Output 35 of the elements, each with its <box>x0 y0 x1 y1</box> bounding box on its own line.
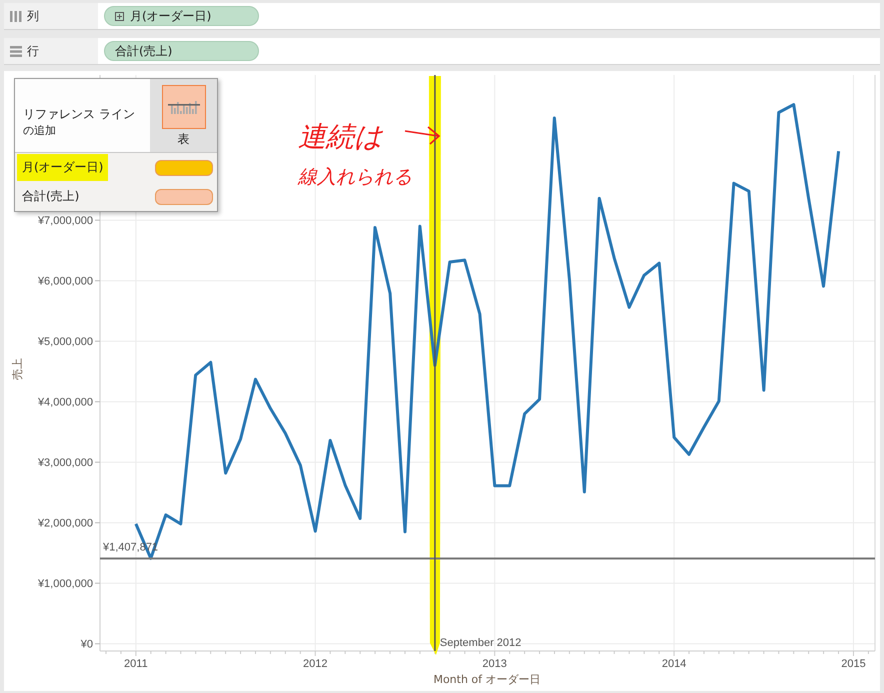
field-row[interactable]: 合計(売上) <box>15 182 217 211</box>
columns-icon <box>10 10 22 22</box>
drop-target[interactable] <box>155 160 213 176</box>
field-label: 月(オーダー日) <box>20 157 106 178</box>
arrow-drawing <box>404 126 440 145</box>
shelf-label: 列 <box>27 8 39 24</box>
y-tick-label: ¥5,000,000 <box>38 336 93 348</box>
popup-title: リファレンス ライン <box>23 106 136 122</box>
y-tick-label: ¥0 <box>80 638 93 651</box>
x-tick-label: 2011 <box>124 658 148 670</box>
y-tick-label: ¥3,000,000 <box>38 457 93 470</box>
y-tick-label: ¥2,000,000 <box>38 518 93 530</box>
expand-icon[interactable] <box>115 12 124 20</box>
y-axis-title: 売上 <box>11 358 24 380</box>
y-tick-label: ¥1,000,000 <box>38 578 93 590</box>
x-tick-label: 2015 <box>841 658 866 670</box>
y-tick-label: ¥4,000,000 <box>38 396 93 409</box>
field-row[interactable]: 月(オーダー日) <box>15 153 217 182</box>
shelf-label: 行 <box>27 42 39 60</box>
handwritten-note: 連続は <box>298 120 383 153</box>
x-tick-label: 2013 <box>482 658 507 670</box>
reference-line-icon <box>168 100 200 114</box>
field-pill[interactable]: 合計(売上) <box>104 41 259 61</box>
x-tick-label: 2014 <box>662 658 686 670</box>
y-tick-label: ¥7,000,000 <box>38 215 93 228</box>
drop-target[interactable] <box>155 188 213 204</box>
reference-label: September 2012 <box>440 637 522 649</box>
popup-subtitle: の追加 <box>23 122 57 138</box>
field-label: 合計(売上) <box>21 188 80 205</box>
field-pill[interactable]: 月(オーダー日) <box>104 6 259 26</box>
x-tick-label: 2012 <box>303 658 328 670</box>
y-tick-label: ¥6,000,000 <box>38 276 93 288</box>
handwritten-note: 線入れられる <box>298 166 412 188</box>
rows-icon <box>10 46 22 56</box>
x-axis-title: Month of オーダー日 <box>433 673 541 686</box>
